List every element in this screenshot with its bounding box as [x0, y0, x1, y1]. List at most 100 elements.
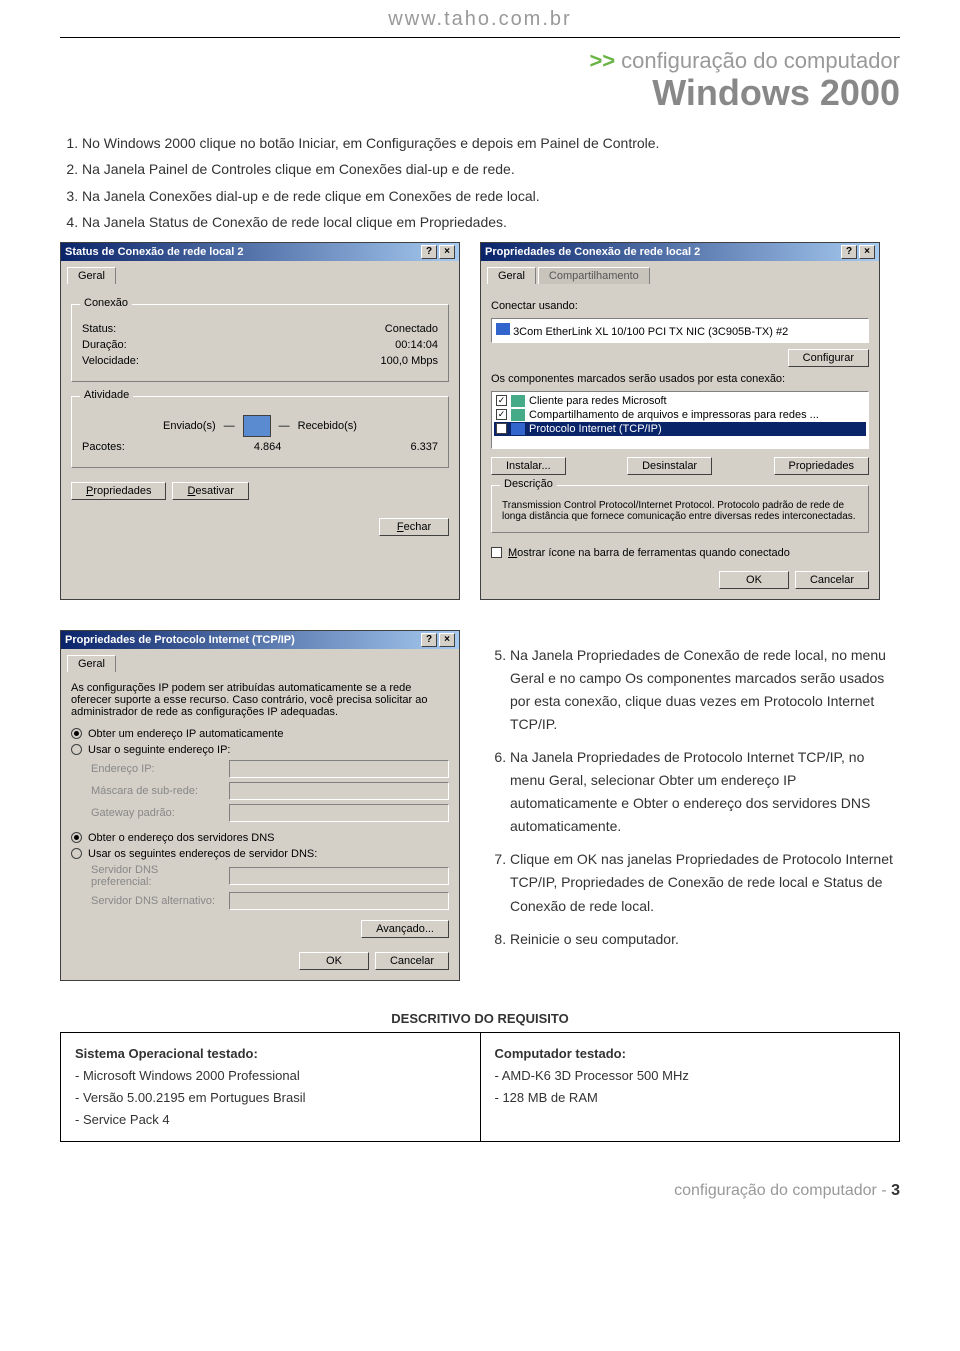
help-icon[interactable]: ?	[841, 245, 857, 259]
step-item: No Windows 2000 clique no botão Iniciar,…	[82, 132, 900, 154]
step-item: Clique em OK nas janelas Propriedades de…	[510, 848, 900, 917]
radio-manual-ip[interactable]	[71, 744, 82, 755]
properties-button[interactable]: Propriedades	[774, 457, 869, 475]
network-icon	[243, 415, 271, 437]
step-item: Na Janela Status de Conexão de rede loca…	[82, 211, 900, 233]
instructions-list-a: No Windows 2000 clique no botão Iniciar,…	[60, 132, 900, 234]
client-icon	[511, 395, 525, 407]
dialog-title: Status de Conexão de rede local 2	[65, 246, 244, 258]
adapter-name: 3Com EtherLink XL 10/100 PCI TX NIC (3C9…	[513, 326, 788, 338]
footer-label: configuração do computador	[674, 1182, 877, 1199]
step-item: Na Janela Propriedades de Conexão de red…	[510, 644, 900, 736]
help-icon[interactable]: ?	[421, 633, 437, 647]
protocol-icon	[511, 423, 525, 435]
site-url: www.taho.com.br	[60, 0, 900, 38]
checkbox-icon[interactable]: ✓	[496, 409, 507, 420]
close-icon[interactable]: ×	[439, 245, 455, 259]
page-title: Windows 2000	[60, 72, 900, 114]
ok-button[interactable]: OK	[719, 571, 789, 589]
label-manual-dns: Usar os seguintes endereços de servidor …	[88, 848, 317, 860]
label-duration: Duração:	[82, 339, 127, 351]
dialog-title: Propriedades de Protocolo Internet (TCP/…	[65, 634, 295, 646]
label-mask: Máscara de sub-rede:	[91, 785, 221, 797]
list-item: Cliente para redes Microsoft	[529, 395, 667, 407]
value-status: Conectado	[385, 323, 438, 335]
close-icon[interactable]: ×	[439, 633, 455, 647]
show-icon-label: Mostrar ícone na barra de ferramentas qu…	[508, 547, 790, 559]
value-packets-recv: 6.337	[410, 441, 438, 453]
share-icon	[511, 409, 525, 421]
label-sent: Enviado(s)	[163, 420, 216, 432]
step-item: Na Janela Conexões dial-up e de rede cli…	[82, 185, 900, 207]
breadcrumb: >>configuração do computador	[60, 48, 900, 74]
tab-sharing[interactable]: Compartilhamento	[538, 267, 650, 284]
radio-auto-ip[interactable]	[71, 728, 82, 739]
step-item: Na Janela Propriedades de Protocolo Inte…	[510, 746, 900, 838]
hw-line: - 128 MB de RAM	[495, 1087, 886, 1109]
label-status: Status:	[82, 323, 116, 335]
label-speed: Velocidade:	[82, 355, 139, 367]
label-gateway: Gateway padrão:	[91, 807, 221, 819]
description-text: Transmission Control Protocol/Internet P…	[502, 500, 858, 522]
label-received: Recebido(s)	[298, 420, 357, 432]
label-connect-using: Conectar usando:	[491, 300, 869, 312]
close-button[interactable]: Fechar	[379, 518, 449, 536]
hw-tested-head: Computador testado:	[495, 1043, 886, 1065]
step-item: Reinicie o seu computador.	[510, 928, 900, 951]
advanced-button[interactable]: Avançado...	[361, 920, 449, 938]
close-icon[interactable]: ×	[859, 245, 875, 259]
breadcrumb-text: configuração do computador	[621, 48, 900, 73]
ip-input	[229, 760, 449, 778]
page-number: 3	[891, 1182, 900, 1199]
requirements-heading: DESCRITIVO DO REQUISITO	[60, 1011, 900, 1026]
configure-button[interactable]: Configurar	[788, 349, 869, 367]
instructions-list-b: Na Janela Propriedades de Conexão de red…	[490, 644, 900, 951]
ok-button[interactable]: OK	[299, 952, 369, 970]
label-manual-ip: Usar o seguinte endereço IP:	[88, 744, 230, 756]
group-description: Descrição	[500, 478, 557, 490]
os-line: - Microsoft Windows 2000 Professional	[75, 1065, 466, 1087]
dialog-connection-properties: Propriedades de Conexão de rede local 2 …	[480, 242, 880, 600]
cancel-button[interactable]: Cancelar	[375, 952, 449, 970]
adapter-icon	[496, 323, 510, 335]
label-auto-dns: Obter o endereço dos servidores DNS	[88, 832, 274, 844]
os-tested-head: Sistema Operacional testado:	[75, 1043, 466, 1065]
install-button[interactable]: Instalar...	[491, 457, 566, 475]
value-duration: 00:14:04	[395, 339, 438, 351]
label-dns1: Servidor DNS preferencial:	[91, 864, 221, 888]
label-ip: Endereço IP:	[91, 763, 221, 775]
group-atividade: Atividade	[80, 389, 133, 401]
gateway-input	[229, 804, 449, 822]
os-line: - Versão 5.00.2195 em Portugues Brasil	[75, 1087, 466, 1109]
disable-button[interactable]: Desativar	[172, 482, 248, 500]
checkbox-icon[interactable]: ✓	[496, 423, 507, 434]
tab-geral[interactable]: Geral	[67, 267, 116, 284]
uninstall-button[interactable]: Desinstalar	[627, 457, 712, 475]
checkbox-icon[interactable]	[491, 547, 502, 558]
dialog-title: Propriedades de Conexão de rede local 2	[485, 246, 700, 258]
radio-manual-dns[interactable]	[71, 848, 82, 859]
help-icon[interactable]: ?	[421, 245, 437, 259]
adapter-field: 3Com EtherLink XL 10/100 PCI TX NIC (3C9…	[491, 318, 869, 343]
value-speed: 100,0 Mbps	[381, 355, 438, 367]
list-item: Protocolo Internet (TCP/IP)	[529, 423, 662, 435]
radio-auto-dns[interactable]	[71, 832, 82, 843]
tab-geral[interactable]: Geral	[67, 655, 116, 672]
requirements-table: Sistema Operacional testado: - Microsoft…	[60, 1032, 900, 1142]
components-label: Os componentes marcados serão usados por…	[491, 373, 869, 385]
dialog-tcpip-properties: Propriedades de Protocolo Internet (TCP/…	[60, 630, 460, 981]
components-listbox[interactable]: ✓Cliente para redes Microsoft ✓Compartil…	[491, 391, 869, 449]
value-packets-sent: 4.864	[125, 441, 411, 453]
cancel-button[interactable]: Cancelar	[795, 571, 869, 589]
hw-line: - AMD-K6 3D Processor 500 MHz	[495, 1065, 886, 1087]
step-item: Na Janela Painel de Controles clique em …	[82, 158, 900, 180]
label-auto-ip: Obter um endereço IP automaticamente	[88, 728, 283, 740]
tab-geral[interactable]: Geral	[487, 267, 536, 284]
checkbox-icon[interactable]: ✓	[496, 395, 507, 406]
intro-text: As configurações IP podem ser atribuídas…	[71, 682, 449, 718]
chevron-icon: >>	[589, 48, 615, 73]
group-conexao: Conexão	[80, 297, 132, 309]
page-footer: configuração do computador - 3	[60, 1182, 900, 1200]
label-packets: Pacotes:	[82, 441, 125, 453]
properties-button[interactable]: Propriedades	[71, 482, 166, 500]
